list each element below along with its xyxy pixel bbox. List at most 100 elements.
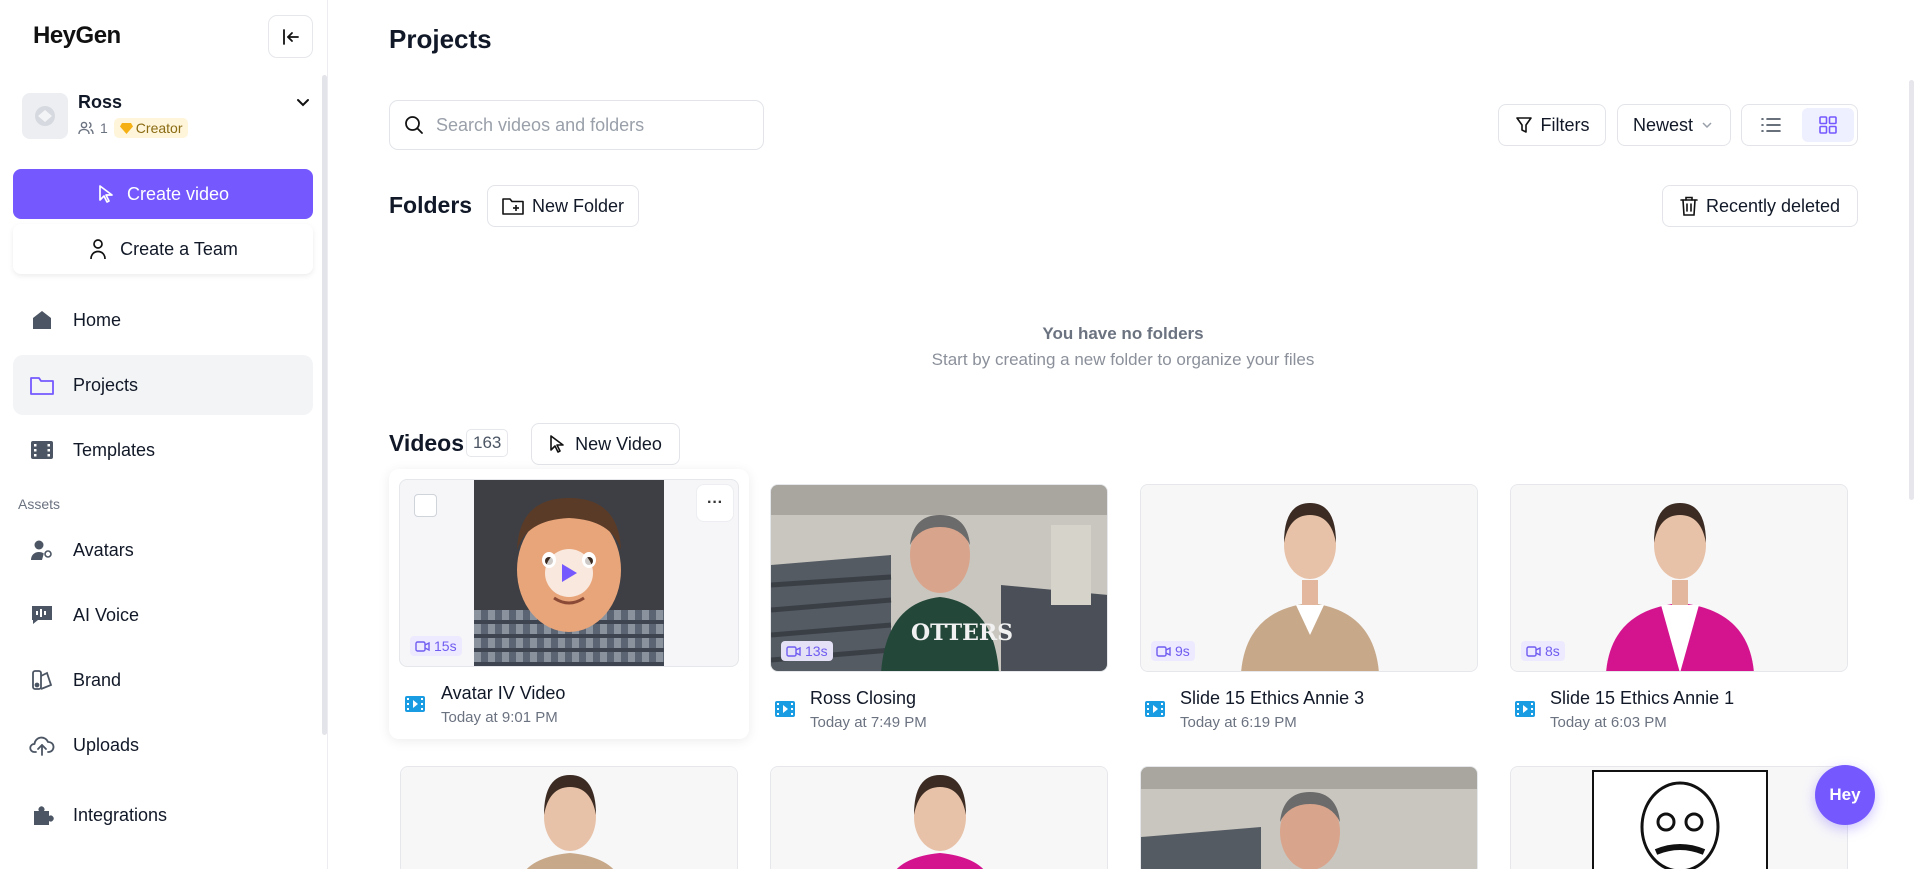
video-timestamp: Today at 9:01 PM	[441, 709, 558, 726]
video-card[interactable]: OTTERS 13s Ross Closing Today at 7:49 PM	[769, 484, 1109, 734]
video-title[interactable]: Avatar IV Video	[441, 683, 565, 704]
video-camera-icon	[1156, 645, 1171, 657]
recently-deleted-button[interactable]: Recently deleted	[1662, 185, 1858, 227]
duration-label: 9s	[1175, 643, 1190, 659]
new-video-label: New Video	[575, 433, 662, 454]
play-button[interactable]	[545, 549, 593, 597]
account-meta: 1 Creator	[78, 118, 189, 138]
heygen-logo[interactable]: HeyGen	[33, 22, 121, 50]
members-icon	[78, 121, 94, 135]
page-scrollbar[interactable]	[1909, 80, 1914, 500]
sidebar-item-avatars[interactable]: Avatars	[13, 520, 313, 580]
video-thumbnail[interactable]: ··· 15s	[399, 479, 739, 667]
sidebar: HeyGen Ross 1 Creator Create video Creat…	[0, 0, 328, 869]
video-thumbnail[interactable]	[1140, 766, 1478, 869]
video-timestamp: Today at 6:19 PM	[1180, 714, 1297, 731]
duration-badge: 15s	[410, 636, 462, 656]
thumbnail-image	[1511, 767, 1847, 869]
video-timestamp: Today at 7:49 PM	[810, 714, 927, 731]
puzzle-icon	[29, 802, 55, 828]
recently-deleted-label: Recently deleted	[1705, 195, 1841, 216]
new-folder-button[interactable]: New Folder	[487, 185, 639, 227]
video-thumbnail[interactable]	[1510, 766, 1848, 869]
sidebar-item-label: Brand	[73, 669, 122, 690]
hey-assistant-button[interactable]: Hey	[1815, 765, 1875, 825]
select-checkbox[interactable]	[414, 494, 437, 517]
video-title[interactable]: Ross Closing	[810, 688, 916, 709]
search-field[interactable]	[436, 114, 736, 136]
more-options-button[interactable]: ···	[696, 484, 734, 522]
thumbnail-image	[401, 767, 737, 869]
sort-dropdown[interactable]: Newest	[1617, 104, 1731, 146]
sidebar-item-templates[interactable]: Templates	[13, 420, 313, 480]
videos-heading: Videos	[389, 430, 464, 456]
trash-icon	[1680, 196, 1698, 216]
sidebar-item-integrations[interactable]: Integrations	[13, 785, 313, 845]
brand-icon	[29, 667, 55, 693]
account-switcher[interactable]: Ross 1 Creator	[22, 90, 312, 140]
video-card[interactable]: ··· 15s Avatar IV Video Today at 9:01 PM	[389, 469, 749, 739]
plan-label: Creator	[135, 120, 183, 136]
search-input[interactable]	[389, 100, 764, 150]
video-file-icon	[775, 701, 795, 717]
grid-view-button[interactable]	[1801, 108, 1854, 142]
thumbnail-image	[1141, 767, 1477, 869]
sidebar-item-ai-voice[interactable]: AI Voice	[13, 585, 313, 645]
filters-button[interactable]: Filters	[1498, 104, 1606, 146]
chevron-down-icon[interactable]	[294, 94, 312, 117]
video-thumbnail[interactable]: 8s	[1510, 484, 1848, 672]
collapse-sidebar-button[interactable]	[268, 15, 313, 58]
assets-section-label: Assets	[18, 496, 61, 512]
thumbnail-image	[771, 767, 1107, 869]
sort-label: Newest	[1633, 114, 1694, 135]
cursor-plus-icon	[550, 435, 564, 453]
create-video-button[interactable]: Create video	[13, 169, 313, 219]
sidebar-item-uploads[interactable]: Uploads	[13, 715, 313, 775]
video-thumbnail[interactable]	[400, 766, 738, 869]
list-icon	[1761, 118, 1782, 132]
avatar-icon	[29, 537, 55, 563]
create-team-button[interactable]: Create a Team	[13, 224, 313, 274]
duration-label: 13s	[805, 643, 828, 659]
duration-badge: 13s	[781, 641, 833, 661]
workspace-avatar-icon	[35, 106, 55, 126]
list-view-button[interactable]	[1745, 108, 1798, 142]
empty-folders-title: You have no folders	[1042, 324, 1204, 343]
video-timestamp: Today at 6:03 PM	[1550, 714, 1667, 731]
svg-text:OTTERS: OTTERS	[911, 620, 1013, 646]
create-video-label: Create video	[126, 183, 230, 204]
video-card[interactable]: 9s Slide 15 Ethics Annie 3 Today at 6:19…	[1139, 484, 1479, 734]
video-thumbnail[interactable]: OTTERS 13s	[770, 484, 1108, 672]
sidebar-item-brand[interactable]: Brand	[13, 650, 313, 710]
sidebar-scrollbar[interactable]	[322, 75, 327, 735]
sidebar-item-label: Avatars	[73, 539, 134, 560]
video-thumbnail[interactable]: 9s	[1140, 484, 1478, 672]
filter-icon	[1515, 117, 1532, 133]
grid-icon	[1818, 116, 1837, 134]
collapse-icon	[282, 28, 299, 45]
video-file-icon	[405, 696, 425, 712]
cursor-plus-icon	[99, 185, 113, 203]
new-video-button[interactable]: New Video	[531, 423, 680, 465]
film-icon	[29, 437, 55, 463]
diamond-icon	[119, 122, 133, 134]
duration-label: 8s	[1545, 643, 1560, 659]
video-camera-icon	[786, 645, 801, 657]
sidebar-item-label: Templates	[73, 439, 156, 460]
video-thumbnail[interactable]	[770, 766, 1108, 869]
sidebar-item-label: Integrations	[73, 804, 168, 825]
voice-icon	[29, 602, 55, 628]
filters-label: Filters	[1540, 114, 1590, 135]
video-camera-icon	[1526, 645, 1541, 657]
duration-label: 15s	[434, 638, 457, 654]
play-icon	[562, 564, 577, 582]
account-name: Ross	[78, 92, 123, 112]
folder-icon	[29, 372, 55, 398]
view-toggle	[1741, 104, 1858, 146]
video-title[interactable]: Slide 15 Ethics Annie 3	[1180, 688, 1364, 709]
video-title[interactable]: Slide 15 Ethics Annie 1	[1550, 688, 1734, 709]
folders-heading: Folders	[389, 192, 473, 218]
videos-count-badge: 163	[466, 429, 509, 457]
sidebar-item-label: Projects	[73, 374, 139, 395]
video-card[interactable]: 8s Slide 15 Ethics Annie 1 Today at 6:03…	[1509, 484, 1849, 734]
